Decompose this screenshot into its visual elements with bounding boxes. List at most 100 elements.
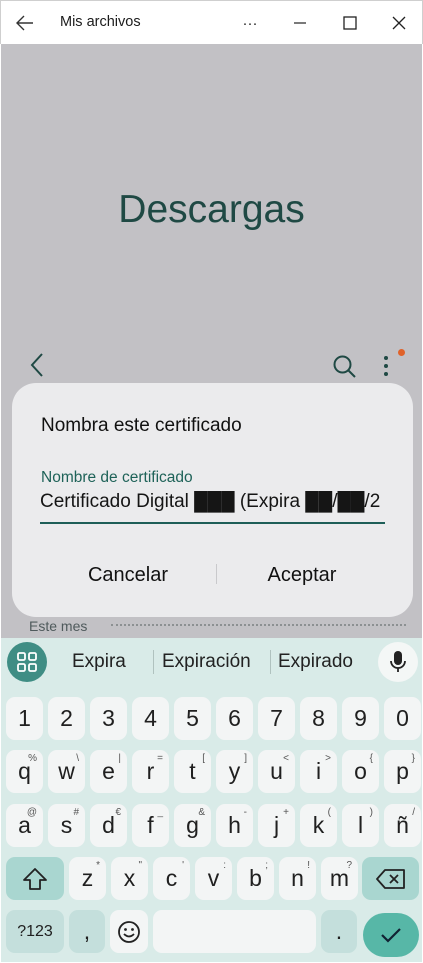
key-j[interactable]: j +	[258, 804, 295, 847]
key-label: s	[60, 812, 73, 838]
on-screen-keyboard: Expira Expiración Expirado 1 2 3 4 5 6 7 8 9 0 q% w…	[1, 638, 422, 962]
section-label: Este mes	[29, 618, 88, 634]
key-q[interactable]: q%	[6, 750, 43, 793]
key-g[interactable]: g &	[174, 804, 211, 847]
key-secondary-label: +	[283, 807, 289, 818]
key-secondary-label: (	[327, 807, 331, 818]
symbols-key[interactable]: ?123	[6, 910, 64, 953]
key-h[interactable]: h-	[216, 804, 253, 847]
suggestion-2[interactable]: Expiración	[162, 651, 251, 673]
key-label: r	[146, 758, 155, 784]
key-secondary-label: ]	[244, 753, 247, 764]
key-7[interactable]: 7	[258, 697, 295, 740]
more-options-icon[interactable]: ···	[234, 9, 266, 37]
key-z[interactable]: z *	[69, 857, 106, 900]
backspace-key[interactable]	[362, 857, 419, 900]
period-key[interactable]: .	[321, 910, 357, 953]
key-v[interactable]: v:	[195, 857, 232, 900]
key-label: y	[228, 758, 241, 784]
key-label: t	[189, 758, 196, 784]
key-c[interactable]: c '	[153, 857, 190, 900]
key-secondary-label: /	[412, 807, 415, 818]
key-w[interactable]: w \	[48, 750, 85, 793]
cancel-button[interactable]: Cancelar	[28, 555, 228, 595]
accept-button[interactable]: Aceptar	[202, 555, 402, 595]
key-8[interactable]: 8	[300, 697, 337, 740]
key-4[interactable]: 4	[132, 697, 169, 740]
key-secondary-label: #	[73, 807, 79, 818]
key-r[interactable]: r =	[132, 750, 169, 793]
key-secondary-label: ;	[265, 860, 268, 871]
shift-key[interactable]	[6, 857, 64, 900]
key-secondary-label: :	[223, 860, 226, 871]
enter-key[interactable]	[363, 913, 419, 957]
key-t[interactable]: t[	[174, 750, 211, 793]
key-f[interactable]: f _	[132, 804, 169, 847]
key-p[interactable]: p}	[384, 750, 421, 793]
key-0[interactable]: 0	[384, 697, 421, 740]
key-s[interactable]: s #	[48, 804, 85, 847]
key-3[interactable]: 3	[90, 697, 127, 740]
key-secondary-label: !	[307, 860, 310, 871]
key-6[interactable]: 6	[216, 697, 253, 740]
back-arrow-icon[interactable]	[13, 11, 37, 35]
key-u[interactable]: u <	[258, 750, 295, 793]
key-n[interactable]: n!	[279, 857, 316, 900]
suggestion-1[interactable]: Expira	[72, 651, 126, 673]
key-label: l	[357, 812, 364, 838]
suggestion-divider	[153, 650, 154, 674]
key-label: c	[165, 865, 178, 891]
key-label: k	[312, 812, 325, 838]
key-2[interactable]: 2	[48, 697, 85, 740]
maximize-icon[interactable]	[334, 9, 366, 37]
key-secondary-label: &	[198, 807, 205, 818]
space-key[interactable]	[153, 910, 316, 953]
key-a[interactable]: a @	[6, 804, 43, 847]
apps-grid-icon[interactable]	[7, 642, 47, 682]
comma-key[interactable]: ,	[69, 910, 105, 953]
key-y[interactable]: y]	[216, 750, 253, 793]
key-d[interactable]: d €	[90, 804, 127, 847]
close-icon[interactable]	[383, 9, 415, 37]
suggestion-divider	[270, 650, 271, 674]
certificate-name-input[interactable]	[40, 488, 385, 524]
folder-title: Descargas	[118, 188, 305, 231]
key-secondary-label: )	[369, 807, 373, 818]
key-i[interactable]: i >	[300, 750, 337, 793]
key-label: u	[270, 758, 283, 784]
key-secondary-label: [	[202, 753, 205, 764]
suggestion-3[interactable]: Expirado	[278, 651, 353, 673]
key-b[interactable]: b;	[237, 857, 274, 900]
key-m[interactable]: m?	[321, 857, 358, 900]
emoji-key[interactable]	[110, 910, 148, 953]
key-secondary-label: %	[28, 753, 37, 764]
key-label: x	[123, 865, 136, 891]
overflow-menu-icon[interactable]	[382, 354, 390, 383]
key-label: j	[273, 812, 280, 838]
key-l[interactable]: l)	[342, 804, 379, 847]
key-secondary-label: {	[369, 753, 373, 764]
key-k[interactable]: k(	[300, 804, 337, 847]
key-label: v	[207, 865, 220, 891]
key-label: f	[147, 812, 154, 838]
minimize-icon[interactable]	[284, 9, 316, 37]
key-label: o	[354, 758, 367, 784]
microphone-icon[interactable]	[378, 642, 418, 682]
search-icon[interactable]	[332, 354, 358, 385]
key-secondary-label: ?	[346, 860, 352, 871]
key-ñ[interactable]: ñ /	[384, 804, 421, 847]
key-secondary-label: >	[325, 753, 331, 764]
suggestion-bar: Expira Expiración Expirado	[1, 638, 422, 686]
key-9[interactable]: 9	[342, 697, 379, 740]
key-5[interactable]: 5	[174, 697, 211, 740]
notification-dot	[398, 349, 405, 356]
key-e[interactable]: e |	[90, 750, 127, 793]
key-1[interactable]: 1	[6, 697, 43, 740]
key-x[interactable]: x "	[111, 857, 148, 900]
chevron-left-icon[interactable]	[28, 352, 48, 383]
key-secondary-label: €	[115, 807, 121, 818]
name-certificate-dialog: Nombra este certificado Nombre de certif…	[12, 383, 413, 617]
section-divider	[111, 624, 406, 626]
key-label: b	[249, 865, 262, 891]
key-o[interactable]: o{	[342, 750, 379, 793]
